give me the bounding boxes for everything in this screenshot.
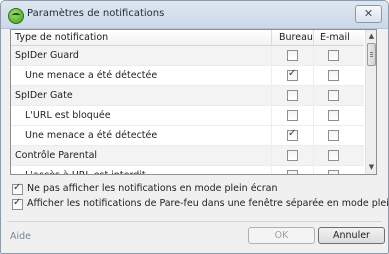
close-button[interactable]: ✕ [355, 5, 382, 23]
option-firewall-separate-window-checkbox[interactable] [12, 197, 23, 210]
scroll-down-icon[interactable]: ▼ [367, 162, 376, 173]
table-row[interactable]: Une menace a été détectée [11, 66, 364, 86]
notification-table: Type de notification Bureau E-mail SpIDe… [10, 29, 377, 175]
column-separator [313, 46, 314, 65]
table-scrollbar[interactable]: ▲ ▼ [365, 30, 376, 174]
cancel-button[interactable]: Annuler [318, 227, 385, 244]
table-row[interactable]: SpIDer Gate [11, 86, 364, 106]
column-separator [313, 66, 314, 85]
option-hide-fullscreen-checkbox[interactable] [12, 182, 23, 195]
table-row[interactable]: L'accès à URL est interdit [11, 166, 364, 174]
option-firewall-separate-window-label[interactable]: Afficher les notifications de Pare-feu d… [27, 198, 388, 209]
email-checkbox[interactable] [328, 70, 339, 81]
dialog-content: Type de notification Bureau E-mail SpIDe… [7, 29, 388, 247]
notification-settings-dialog: Paramètres de notifications ✕ Type de no… [0, 0, 389, 254]
email-checkbox[interactable] [328, 170, 339, 174]
header-separator [313, 30, 314, 45]
table-row[interactable]: SpIDer Guard [11, 46, 364, 66]
window-title: Paramètres de notifications [27, 8, 165, 19]
row-label: L'accès à URL est interdit [25, 170, 146, 174]
column-header-bureau[interactable]: Bureau [279, 32, 313, 43]
column-separator [271, 66, 272, 85]
row-label: L'URL est bloquée [25, 110, 111, 121]
email-checkbox[interactable] [328, 110, 339, 121]
table-header: Type de notification Bureau E-mail [11, 30, 364, 46]
column-header-email[interactable]: E-mail [320, 32, 350, 43]
bureau-checkbox[interactable] [287, 68, 298, 81]
email-checkbox[interactable] [328, 90, 339, 101]
row-label: Contrôle Parental [15, 150, 98, 161]
grip-line [370, 52, 373, 53]
table-row[interactable]: L'URL est bloquée [11, 106, 364, 126]
title-bar: Paramètres de notifications ✕ [1, 1, 388, 29]
column-separator [313, 86, 314, 105]
grip-line [370, 56, 373, 57]
column-separator [271, 146, 272, 165]
bureau-checkbox[interactable] [287, 128, 298, 141]
column-separator [313, 126, 314, 145]
column-separator [313, 166, 314, 174]
email-checkbox[interactable] [328, 130, 339, 141]
bureau-checkbox[interactable] [287, 110, 298, 121]
column-separator [271, 166, 272, 174]
scroll-up-icon[interactable]: ▲ [367, 31, 376, 42]
grip-line [370, 54, 373, 55]
row-label: SpIDer Gate [15, 90, 73, 101]
row-label: Une menace a été détectée [25, 70, 158, 81]
column-separator [271, 86, 272, 105]
column-header-type[interactable]: Type de notification [15, 32, 108, 43]
bureau-checkbox[interactable] [287, 170, 298, 174]
help-link[interactable]: Aide [10, 231, 31, 242]
option-hide-fullscreen-label[interactable]: Ne pas afficher les notifications en mod… [27, 183, 278, 194]
column-separator [271, 46, 272, 65]
row-label: SpIDer Guard [15, 50, 79, 61]
email-checkbox[interactable] [328, 150, 339, 161]
email-checkbox[interactable] [328, 50, 339, 61]
ok-button[interactable]: OK [248, 227, 315, 244]
row-label: Une menace a été détectée [25, 130, 158, 141]
table-row[interactable]: Une menace a été détectée [11, 126, 364, 146]
bureau-checkbox[interactable] [287, 150, 298, 161]
spider-icon [8, 8, 24, 24]
header-separator [271, 30, 272, 45]
footer-divider [7, 221, 382, 222]
column-separator [313, 146, 314, 165]
scroll-thumb[interactable] [367, 43, 376, 66]
bureau-checkbox[interactable] [287, 50, 298, 61]
column-separator [313, 106, 314, 125]
table-row[interactable]: Contrôle Parental [11, 146, 364, 166]
bureau-checkbox[interactable] [287, 90, 298, 101]
column-separator [271, 106, 272, 125]
column-separator [271, 126, 272, 145]
